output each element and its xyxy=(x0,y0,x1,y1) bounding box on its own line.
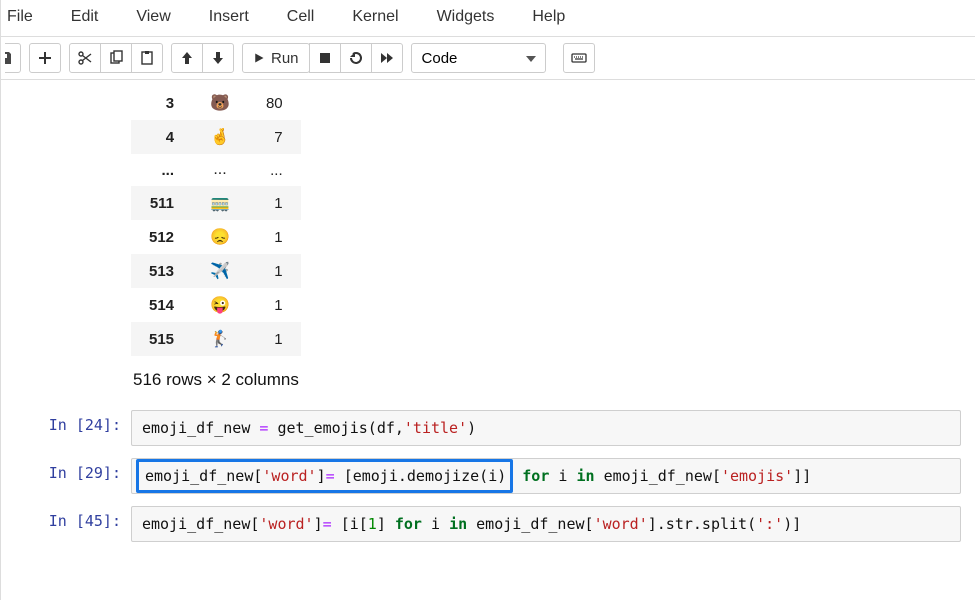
add-cell-button[interactable] xyxy=(29,43,61,73)
fast-forward-icon xyxy=(379,50,395,66)
output-prompt xyxy=(1,86,131,398)
row-index: 511 xyxy=(131,186,192,220)
table-row: 513✈️1 xyxy=(131,254,301,288)
row-count: 1 xyxy=(248,186,301,220)
menu-widgets[interactable]: Widgets xyxy=(437,8,495,26)
row-emoji: 😞 xyxy=(192,220,248,254)
row-count: 80 xyxy=(248,86,301,120)
row-index: 4 xyxy=(131,120,192,154)
dataframe-table: 3🐻804🤞7.........511🚃1512😞1513✈️1514😜1515… xyxy=(131,86,301,356)
row-emoji: 😜 xyxy=(192,288,248,322)
arrow-up-icon xyxy=(179,50,195,66)
run-button[interactable]: Run xyxy=(242,43,310,73)
menu-file[interactable]: File xyxy=(7,8,33,26)
prompt-45: In [45]: xyxy=(1,506,131,542)
move-up-button[interactable] xyxy=(171,43,203,73)
code-cell-29[interactable]: In [29]: emoji_df_new['word']= [emoji.de… xyxy=(1,452,975,500)
plus-icon xyxy=(37,50,53,66)
play-icon xyxy=(253,52,265,64)
code-input-45[interactable]: emoji_df_new['word']= [i[1] for i in emo… xyxy=(131,506,961,542)
menu-kernel[interactable]: Kernel xyxy=(352,8,398,26)
table-row: 4🤞7 xyxy=(131,120,301,154)
row-emoji: 🏌️ xyxy=(192,322,248,356)
row-index: 514 xyxy=(131,288,192,322)
paste-button[interactable] xyxy=(131,43,163,73)
prompt-29: In [29]: xyxy=(1,458,131,494)
menubar: File Edit View Insert Cell Kernel Widget… xyxy=(1,0,975,37)
move-down-button[interactable] xyxy=(202,43,234,73)
run-label: Run xyxy=(271,50,299,67)
stop-icon xyxy=(317,50,333,66)
cut-button[interactable] xyxy=(69,43,101,73)
row-emoji: 🤞 xyxy=(192,120,248,154)
restart-run-all-button[interactable] xyxy=(371,43,403,73)
prompt-24: In [24]: xyxy=(1,410,131,446)
menu-insert[interactable]: Insert xyxy=(209,8,249,26)
row-emoji: ... xyxy=(192,154,248,186)
keyboard-icon xyxy=(571,50,587,66)
code-cell-45[interactable]: In [45]: emoji_df_new['word']= [i[1] for… xyxy=(1,500,975,548)
highlighted-expression: emoji_df_new['word']= [emoji.demojize(i) xyxy=(136,459,513,493)
dataframe-caption: 516 rows × 2 columns xyxy=(131,356,975,398)
table-row: 514😜1 xyxy=(131,288,301,322)
row-count: 1 xyxy=(248,322,301,356)
command-palette-button[interactable] xyxy=(563,43,595,73)
menu-edit[interactable]: Edit xyxy=(71,8,99,26)
table-row: 511🚃1 xyxy=(131,186,301,220)
save-icon xyxy=(0,50,13,66)
arrow-down-icon xyxy=(210,50,226,66)
menu-cell[interactable]: Cell xyxy=(287,8,315,26)
table-row: 515🏌️1 xyxy=(131,322,301,356)
copy-button[interactable] xyxy=(100,43,132,73)
menu-view[interactable]: View xyxy=(136,8,170,26)
table-row: ......... xyxy=(131,154,301,186)
table-row: 3🐻80 xyxy=(131,86,301,120)
code-input-29[interactable]: emoji_df_new['word']= [emoji.demojize(i)… xyxy=(131,458,961,494)
table-row: 512😞1 xyxy=(131,220,301,254)
row-emoji: ✈️ xyxy=(192,254,248,288)
row-index: 515 xyxy=(131,322,192,356)
output-cell-dataframe: 3🐻804🤞7.........511🚃1512😞1513✈️1514😜1515… xyxy=(1,80,975,404)
code-input-24[interactable]: emoji_df_new = get_emojis(df,'title') xyxy=(131,410,961,446)
row-count: ... xyxy=(248,154,301,186)
row-index: 513 xyxy=(131,254,192,288)
paste-icon xyxy=(139,50,155,66)
row-count: 1 xyxy=(248,288,301,322)
row-count: 1 xyxy=(248,254,301,288)
restart-button[interactable] xyxy=(340,43,372,73)
code-cell-24[interactable]: In [24]: emoji_df_new = get_emojis(df,'t… xyxy=(1,404,975,452)
row-emoji: 🚃 xyxy=(192,186,248,220)
toolbar: Run Code xyxy=(1,37,975,80)
row-count: 7 xyxy=(248,120,301,154)
row-index: ... xyxy=(131,154,192,186)
restart-icon xyxy=(348,50,364,66)
scissors-icon xyxy=(77,50,93,66)
notebook-area: 3🐻804🤞7.........511🚃1512😞1513✈️1514😜1515… xyxy=(1,80,975,548)
save-button[interactable] xyxy=(0,43,21,73)
copy-icon xyxy=(108,50,124,66)
menu-help[interactable]: Help xyxy=(532,8,565,26)
row-emoji: 🐻 xyxy=(192,86,248,120)
row-index: 3 xyxy=(131,86,192,120)
celltype-select[interactable]: Code xyxy=(411,43,546,73)
row-index: 512 xyxy=(131,220,192,254)
interrupt-button[interactable] xyxy=(309,43,341,73)
row-count: 1 xyxy=(248,220,301,254)
